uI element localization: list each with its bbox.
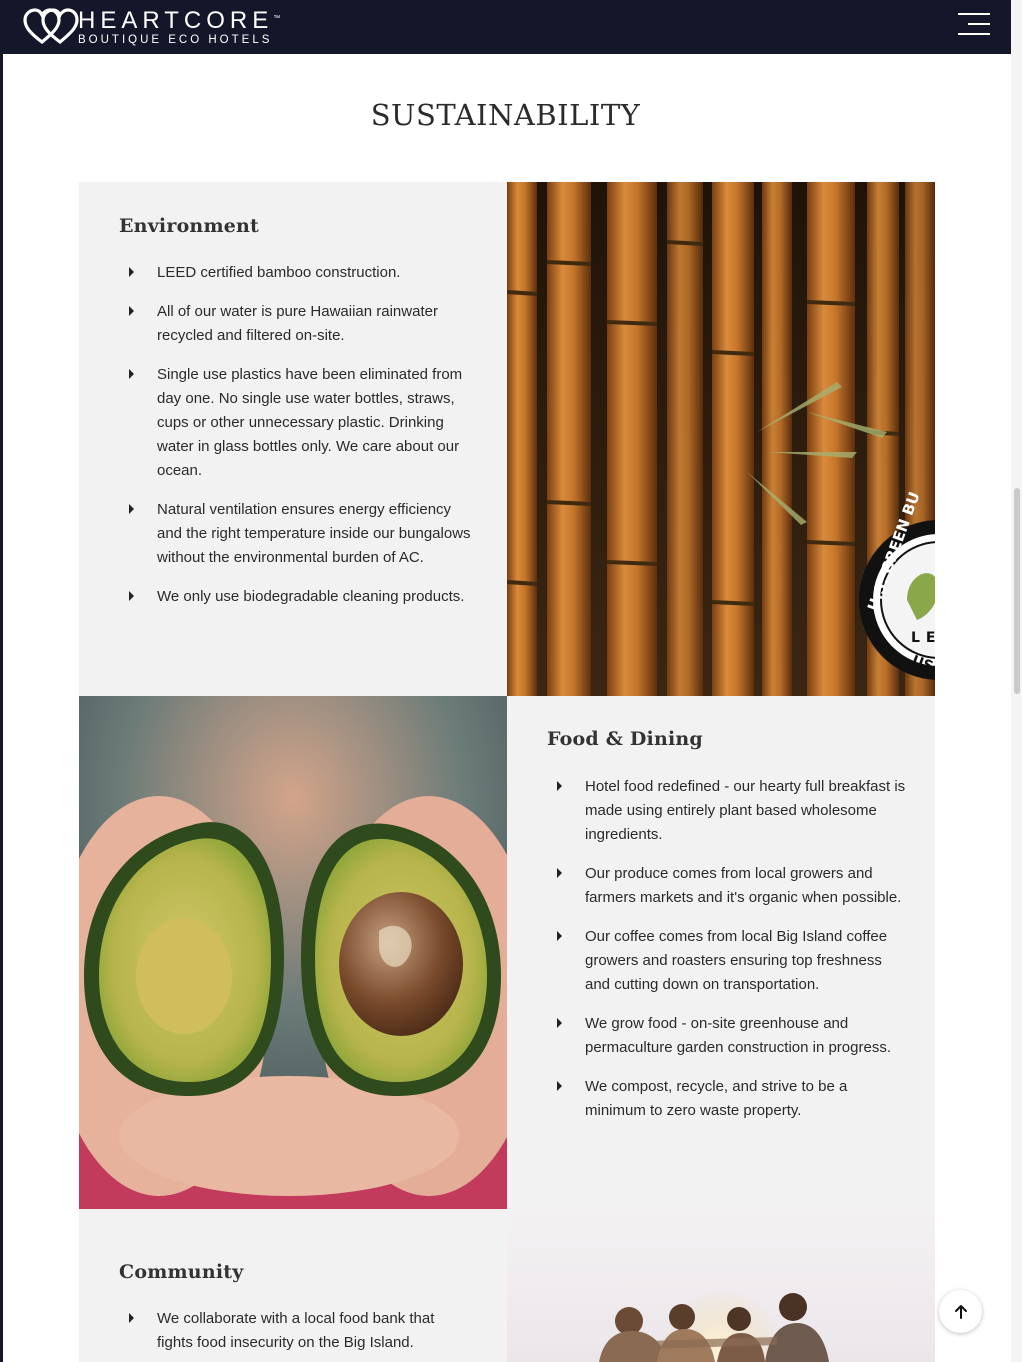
list-item: We collaborate with a local food bank th… bbox=[119, 1307, 474, 1355]
avocado-illustration bbox=[79, 696, 507, 1209]
food-heading: Food & Dining bbox=[547, 728, 703, 750]
environment-panel: Environment LEED certified bamboo constr… bbox=[79, 182, 507, 696]
scrollbar-thumb[interactable] bbox=[1014, 488, 1020, 694]
menu-line bbox=[968, 23, 990, 25]
caret-right-icon bbox=[557, 781, 562, 791]
list-item: Single use plastics have been eliminated… bbox=[119, 363, 474, 483]
window-edge bbox=[0, 0, 3, 1362]
environment-heading: Environment bbox=[119, 215, 260, 237]
list-item: We grow food - on-site greenhouse and pe… bbox=[547, 1012, 907, 1060]
caret-right-icon bbox=[557, 1018, 562, 1028]
community-panel: Community We collaborate with a local fo… bbox=[79, 1209, 507, 1362]
leed-badge-letters: LE bbox=[911, 630, 935, 646]
list-item: Hotel food redefined - our hearty full b… bbox=[547, 775, 907, 847]
list-item: Our produce comes from local growers and… bbox=[547, 862, 907, 910]
caret-right-icon bbox=[129, 267, 134, 277]
community-heading: Community bbox=[119, 1261, 244, 1283]
caret-right-icon bbox=[557, 868, 562, 878]
caret-right-icon bbox=[557, 931, 562, 941]
arrow-up-icon bbox=[954, 1304, 967, 1319]
list-item: LEED certified bamboo construction. bbox=[119, 261, 474, 285]
caret-right-icon bbox=[129, 1313, 134, 1323]
page-title: SUSTAINABILITY bbox=[370, 98, 641, 132]
caret-right-icon bbox=[129, 591, 134, 601]
bamboo-illustration: U.S. GREEN BU LE US bbox=[507, 182, 935, 696]
logo-wordmark: HEARTCORE™ BOUTIQUE ECO HOTELS bbox=[78, 6, 281, 46]
friends-illustration bbox=[507, 1209, 935, 1362]
hamburger-menu-icon[interactable] bbox=[958, 11, 992, 39]
brand-name: HEARTCORE™ bbox=[78, 6, 281, 34]
caret-right-icon bbox=[557, 1081, 562, 1091]
list-item: We only use biodegradable cleaning produ… bbox=[119, 585, 474, 609]
menu-line bbox=[958, 13, 990, 15]
food-panel: Food & Dining Hotel food redefined - our… bbox=[507, 696, 935, 1209]
avocado-photo bbox=[79, 696, 507, 1209]
site-logo[interactable]: HEARTCORE™ BOUTIQUE ECO HOTELS bbox=[22, 6, 280, 48]
friends-sunset-photo bbox=[507, 1209, 935, 1362]
community-list: We collaborate with a local food bank th… bbox=[119, 1307, 474, 1362]
bamboo-photo: U.S. GREEN BU LE US bbox=[507, 182, 935, 696]
brand-tagline: BOUTIQUE ECO HOTELS bbox=[78, 33, 273, 46]
list-item: Our coffee comes from local Big Island c… bbox=[547, 925, 907, 997]
caret-right-icon bbox=[129, 306, 134, 316]
site-header: HEARTCORE™ BOUTIQUE ECO HOTELS bbox=[0, 0, 1011, 54]
caret-right-icon bbox=[129, 504, 134, 514]
back-to-top-button[interactable] bbox=[939, 1290, 982, 1333]
food-list: Hotel food redefined - our hearty full b… bbox=[547, 775, 907, 1138]
menu-line bbox=[958, 33, 990, 35]
double-heart-logo-icon bbox=[23, 8, 79, 45]
list-item: All of our water is pure Hawaiian rainwa… bbox=[119, 300, 474, 348]
list-item: We compost, recycle, and strive to be a … bbox=[547, 1075, 907, 1123]
list-item: Natural ventilation ensures energy effic… bbox=[119, 498, 474, 570]
caret-right-icon bbox=[129, 369, 134, 379]
environment-list: LEED certified bamboo construction. All … bbox=[119, 261, 474, 624]
